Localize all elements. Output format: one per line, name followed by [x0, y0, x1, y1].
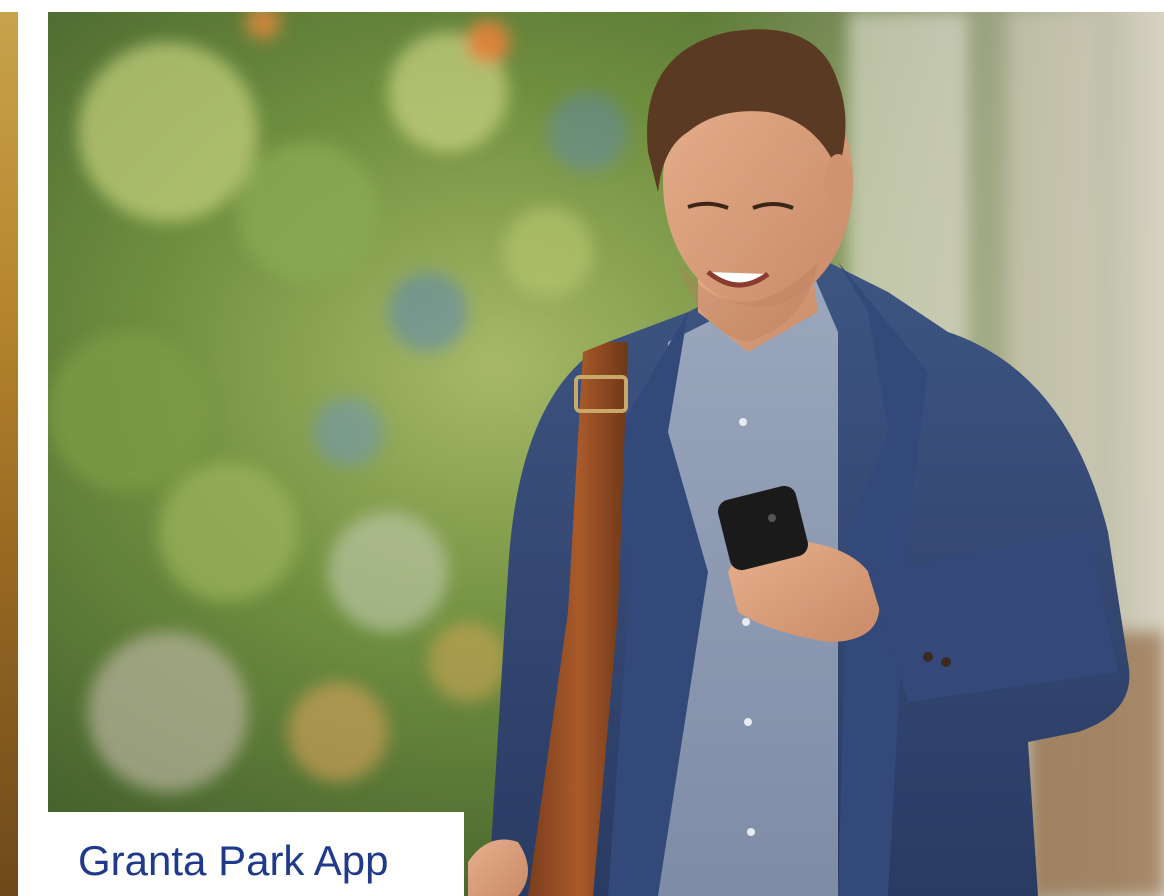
page: Granta Park App [0, 0, 1164, 896]
hero-image[interactable] [48, 12, 1164, 896]
previous-card-edge[interactable] [0, 12, 18, 896]
hero-photo-illustration [48, 12, 1164, 896]
caption-box[interactable]: Granta Park App [48, 812, 464, 896]
card-title[interactable]: Granta Park App [78, 840, 389, 882]
